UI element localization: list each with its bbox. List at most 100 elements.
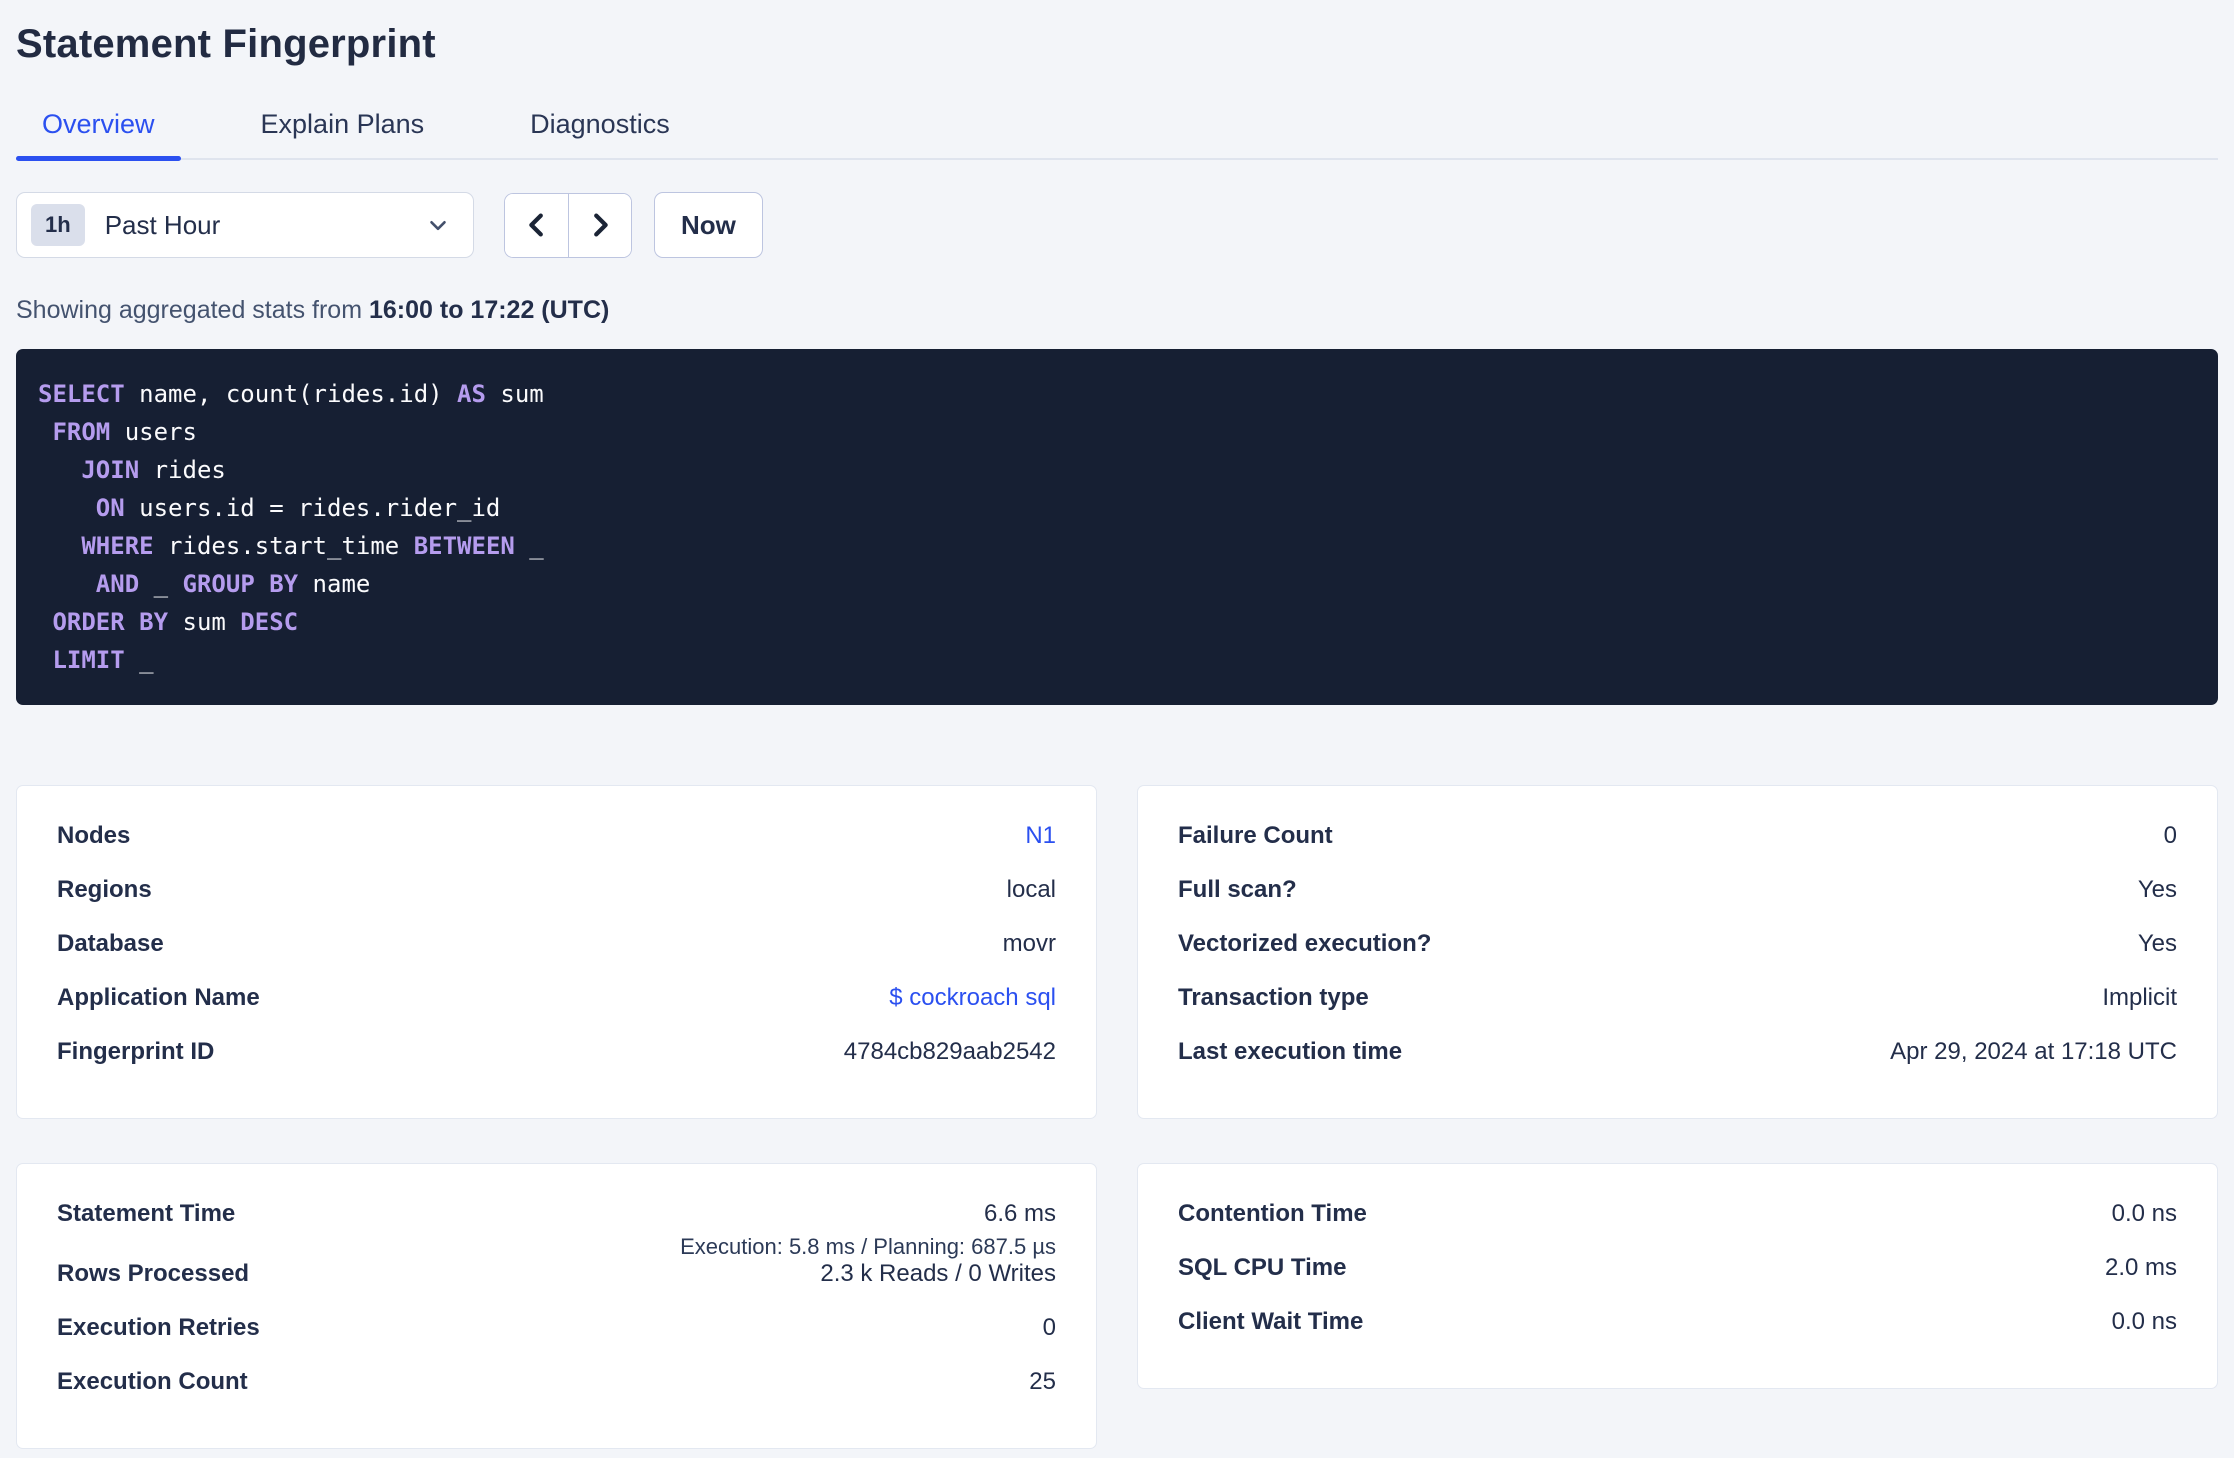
stat-value-main: Apr 29, 2024 at 17:18 UTC [1890, 1038, 2177, 1065]
stat-row: Client Wait Time 0.0 ns [1178, 1308, 2177, 1362]
sql-text: _ [124, 646, 154, 674]
stat-value: Apr 29, 2024 at 17:18 UTC [1890, 1038, 2177, 1066]
timing-cards-row: Statement Time 6.6 ms Execution: 5.8 ms / … [16, 1163, 2218, 1449]
sql-text: sum [485, 380, 544, 408]
execution-attributes-card: Failure Count 0 Full scan? Yes Vectorized ex… [1137, 785, 2218, 1119]
sql-statement-box: SELECT name, count(rides.id) AS sum FROM… [16, 349, 2218, 705]
sql-keyword: AND [95, 570, 140, 598]
stat-value-main: 2.0 ms [2104, 1254, 2177, 1281]
stat-value: Implicit [2102, 984, 2177, 1012]
sql-keyword: ON [95, 494, 125, 522]
sql-line: WHERE rides.start_time BETWEEN _ [38, 527, 2196, 565]
sql-text: name [298, 570, 371, 598]
sql-keyword: AS [457, 380, 486, 408]
stat-label: Fingerprint ID [57, 1038, 215, 1065]
sql-keyword: ORDER BY [52, 608, 169, 636]
stat-value: 0 [1043, 1314, 1056, 1342]
stat-row: Full scan? Yes [1178, 876, 2177, 930]
stat-value-main: $ cockroach sql [889, 984, 1056, 1011]
time-range-dropdown[interactable]: 1h Past Hour [16, 192, 474, 258]
stat-value-main: 2.3 k Reads / 0 Writes [820, 1260, 1056, 1287]
stat-label: Full scan? [1178, 876, 1297, 903]
details-cards-row: Nodes N1 Regions local Database movr Applicati… [16, 785, 2218, 1119]
stat-value-main: 4784cb829aab2542 [843, 1038, 1056, 1065]
tabbar: Overview Explain Plans Diagnostics [16, 93, 2218, 161]
statement-fingerprint-page: Statement Fingerprint Overview Explain P… [0, 0, 2234, 1458]
time-nav-group [504, 192, 632, 258]
stat-value-main: N1 [1025, 822, 1056, 849]
stat-row: Fingerprint ID 4784cb829aab2542 [57, 1038, 1056, 1092]
stat-row: Failure Count 0 [1178, 822, 2177, 876]
stat-row: Transaction type Implicit [1178, 984, 2177, 1038]
stat-value: 2.0 ms [2105, 1254, 2177, 1282]
chevron-left-icon [522, 210, 552, 240]
time-range-label: Past Hour [104, 209, 221, 240]
stat-value-main: local [1006, 876, 1056, 903]
stat-label: SQL CPU Time [1178, 1254, 1347, 1281]
stat-row: Regions local [57, 876, 1056, 930]
chevron-down-icon [425, 212, 451, 238]
tab-diagnostics[interactable]: Diagnostics [504, 93, 696, 158]
stat-label: Execution Count [57, 1368, 248, 1395]
next-range-button[interactable] [568, 193, 631, 257]
stat-row: Vectorized execution? Yes [1178, 930, 2177, 984]
sql-keyword: FROM [52, 418, 111, 446]
stat-value-link[interactable]: N1 [1025, 822, 1056, 850]
stat-value-main: Yes [2137, 876, 2177, 903]
stat-label: Statement Time [57, 1200, 236, 1227]
stat-label: Client Wait Time [1178, 1308, 1364, 1335]
stat-value-link[interactable]: $ cockroach sql [889, 984, 1056, 1012]
stat-value: 2.3 k Reads / 0 Writes [820, 1260, 1056, 1288]
stat-value-main: 0 [1042, 1314, 1056, 1341]
sql-keyword: JOIN [81, 456, 140, 484]
sql-text: rides.start_time [153, 532, 414, 560]
sql-keyword: DESC [240, 608, 299, 636]
sql-line: ORDER BY sum DESC [38, 603, 2196, 641]
sql-line: JOIN rides [38, 451, 2196, 489]
prev-range-button[interactable] [505, 193, 568, 257]
sql-keyword: GROUP BY [182, 570, 299, 598]
stat-row: Database movr [57, 930, 1056, 984]
stat-value-main: 0.0 ns [2111, 1308, 2177, 1335]
stat-row: Execution Retries 0 [57, 1314, 1056, 1368]
stat-value: 0.0 ns [2112, 1200, 2177, 1228]
sql-text: sum [168, 608, 241, 636]
time-range-badge: 1h [31, 204, 85, 246]
aggregated-stats-summary: Showing aggregated stats from 16:00 to 1… [16, 296, 2218, 325]
stat-value: movr [1003, 930, 1056, 958]
stat-label: Vectorized execution? [1178, 930, 1432, 957]
sql-text: _ [514, 532, 544, 560]
stat-value: Yes [2138, 876, 2177, 904]
stat-value-sub: Execution: 5.8 ms / Planning: 687.5 µs [680, 1234, 1056, 1259]
chevron-right-icon [585, 210, 615, 240]
sql-line: FROM users [38, 413, 2196, 451]
stat-label: Rows Processed [57, 1260, 250, 1287]
stat-value: 0.0 ns [2112, 1308, 2177, 1336]
tab-explain-plans[interactable]: Explain Plans [235, 93, 451, 158]
stat-value-main: movr [1002, 930, 1056, 957]
stat-row: Nodes N1 [57, 822, 1056, 876]
stat-label: Last execution time [1178, 1038, 1403, 1065]
stat-row: Contention Time 0.0 ns [1178, 1200, 2177, 1254]
sql-text: name, count(rides.id) [124, 380, 458, 408]
stat-row: Last execution time Apr 29, 2024 at 17:18… [1178, 1038, 2177, 1092]
stat-value-main: 0.0 ns [2111, 1200, 2177, 1227]
statement-details-card: Nodes N1 Regions local Database movr Applicati… [16, 785, 1097, 1119]
sql-line: ON users.id = rides.rider_id [38, 489, 2196, 527]
stat-value-main: Implicit [2102, 984, 2177, 1011]
sql-keyword: SELECT [38, 380, 125, 408]
sql-keyword: WHERE [81, 532, 154, 560]
tab-overview[interactable]: Overview [16, 93, 181, 161]
stat-value: 6.6 ms Execution: 5.8 ms / Planning: 687.… [680, 1200, 1056, 1260]
stat-row: Statement Time 6.6 ms Execution: 5.8 ms / … [57, 1200, 1056, 1260]
sql-text: rides [139, 456, 226, 484]
stat-label: Regions [57, 876, 152, 903]
now-button[interactable]: Now [654, 192, 763, 258]
stat-value-main: 6.6 ms [983, 1200, 1056, 1227]
sql-line: SELECT name, count(rides.id) AS sum [38, 375, 2196, 413]
sql-line: AND _ GROUP BY name [38, 565, 2196, 603]
stat-value: Yes [2138, 930, 2177, 958]
